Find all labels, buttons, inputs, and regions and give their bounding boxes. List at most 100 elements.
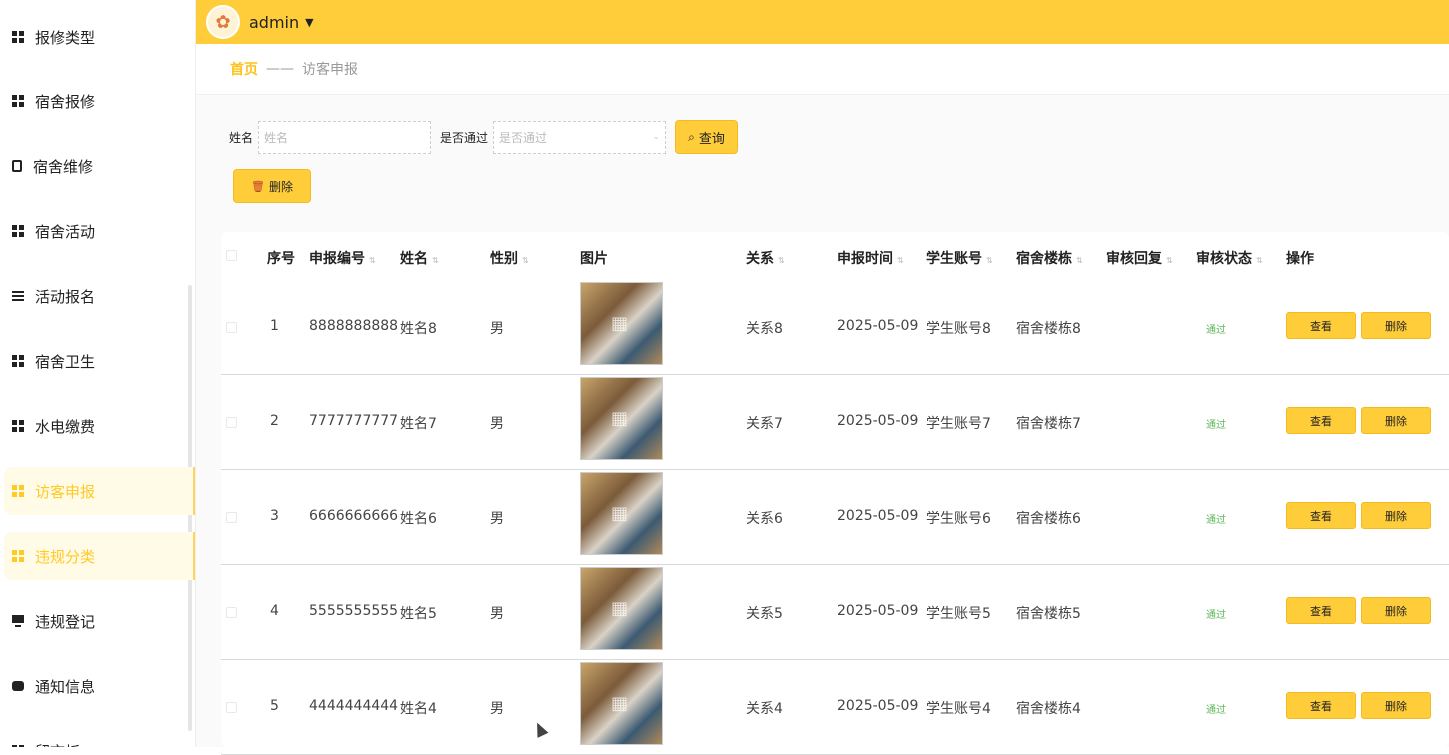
photo-icon: ▦ xyxy=(611,693,629,714)
grid-icon xyxy=(12,225,24,237)
sort-icon[interactable]: ⇅ xyxy=(522,256,529,265)
cell-gender: 男 xyxy=(490,701,504,717)
sidebar-item-label: 违规分类 xyxy=(35,547,96,566)
column-header-5[interactable]: 关系 ⇅ xyxy=(746,248,785,268)
sort-icon[interactable]: ⇅ xyxy=(986,256,993,265)
sidebar-item-7[interactable]: 访客申报 xyxy=(4,467,195,515)
sort-icon[interactable]: ⇅ xyxy=(432,256,439,265)
top-bar: ✿ admin ▼ xyxy=(196,0,1449,44)
column-header-2[interactable]: 姓名 ⇅ xyxy=(400,248,439,268)
table-row: 4 5555555555 姓名5 男 关系5 2025-05-09 学生账号5 宿舍楼栋5 ▦ 通… xyxy=(221,565,1449,660)
photo-icon: ▦ xyxy=(611,313,629,334)
column-header-label: 图片 xyxy=(580,251,608,267)
sidebar-item-2[interactable]: 宿舍维修 xyxy=(4,142,195,190)
sidebar-item-label: 宿舍卫生 xyxy=(35,352,96,371)
breadcrumb-separator: —— xyxy=(266,61,294,77)
row-delete-button[interactable]: 删除 xyxy=(1361,597,1431,624)
view-button[interactable]: 查看 xyxy=(1286,502,1356,529)
column-header-label: 性别 xyxy=(490,251,518,267)
column-header-8[interactable]: 宿舍楼栋 ⇅ xyxy=(1016,248,1083,268)
sort-icon[interactable]: ⇅ xyxy=(1166,256,1173,265)
sidebar-item-8[interactable]: 违规分类 xyxy=(4,532,195,580)
query-button-label: 查询 xyxy=(698,131,725,147)
sidebar-item-3[interactable]: 宿舍活动 xyxy=(4,207,195,255)
sort-icon[interactable]: ⇅ xyxy=(778,256,785,265)
row-checkbox[interactable] xyxy=(226,417,237,428)
status-badge: 通过 xyxy=(1206,515,1226,526)
column-header-label: 审核回复 xyxy=(1106,251,1162,267)
row-checkbox[interactable] xyxy=(226,512,237,523)
row-delete-button[interactable]: 删除 xyxy=(1361,502,1431,529)
name-input[interactable]: 姓名 xyxy=(258,120,432,154)
table-row: 3 6666666666 姓名6 男 关系6 2025-05-09 学生账号6 宿舍楼栋6 ▦ 通… xyxy=(221,470,1449,565)
username[interactable]: admin xyxy=(249,13,299,32)
select-all-checkbox[interactable] xyxy=(226,250,237,261)
query-button[interactable]: ⌕ 查询 xyxy=(675,120,739,154)
view-button[interactable]: 查看 xyxy=(1286,312,1356,339)
cell-relation: 关系6 xyxy=(746,511,783,527)
row-checkbox[interactable] xyxy=(226,322,237,333)
dorm-photo-thumbnail[interactable]: ▦ xyxy=(580,567,663,650)
pass-label: 是否通过 xyxy=(440,130,489,145)
column-header-label: 申报时间 xyxy=(837,251,893,267)
sort-icon[interactable]: ⇅ xyxy=(897,256,904,265)
chat-icon xyxy=(12,681,24,691)
column-header-7[interactable]: 学生账号 ⇅ xyxy=(926,248,993,268)
column-header-10[interactable]: 审核状态 ⇅ xyxy=(1196,248,1263,268)
caret-down-icon[interactable]: ▼ xyxy=(305,16,313,29)
sidebar-item-label: 通知信息 xyxy=(35,677,96,696)
sidebar-item-11[interactable]: 留言板 xyxy=(4,727,195,747)
row-delete-button[interactable]: 删除 xyxy=(1361,692,1431,719)
dorm-photo-thumbnail[interactable]: ▦ xyxy=(580,377,663,460)
sort-icon[interactable]: ⇅ xyxy=(369,256,376,265)
view-button[interactable]: 查看 xyxy=(1286,597,1356,624)
cell-account: 学生账号5 xyxy=(926,606,991,622)
status-badge: 通过 xyxy=(1206,610,1226,621)
dorm-photo-thumbnail[interactable]: ▦ xyxy=(580,472,663,555)
dorm-photo-thumbnail[interactable]: ▦ xyxy=(580,282,663,365)
column-header-label: 宿舍楼栋 xyxy=(1016,251,1072,267)
cell-code: 7777777777 xyxy=(309,413,399,429)
row-delete-button[interactable]: 删除 xyxy=(1361,312,1431,339)
sidebar-item-4[interactable]: 活动报名 xyxy=(4,272,195,320)
cell-gender: 男 xyxy=(490,321,504,337)
sidebar-item-0[interactable]: 报修类型 xyxy=(4,13,195,61)
cell-date: 2025-05-09 xyxy=(837,508,919,524)
pass-select[interactable]: 是否通过 ⌄ xyxy=(493,120,667,154)
column-header-4: 图片 xyxy=(580,248,608,268)
grid-icon xyxy=(12,420,24,432)
sidebar-item-1[interactable]: 宿舍报修 xyxy=(4,77,195,125)
cell-account: 学生账号4 xyxy=(926,701,991,717)
table-row: 1 8888888888 姓名8 男 关系8 2025-05-09 学生账号8 宿舍楼栋8 ▦ 通… xyxy=(221,280,1449,375)
column-header-label: 姓名 xyxy=(400,251,428,267)
sidebar-item-6[interactable]: 水电缴费 xyxy=(4,402,195,450)
table-row: 2 7777777777 姓名7 男 关系7 2025-05-09 学生账号7 宿舍楼栋7 ▦ 通… xyxy=(221,375,1449,470)
row-checkbox[interactable] xyxy=(226,702,237,713)
row-checkbox[interactable] xyxy=(226,607,237,618)
cell-gender: 男 xyxy=(490,511,504,527)
dorm-photo-thumbnail[interactable]: ▦ xyxy=(580,662,663,745)
view-button[interactable]: 查看 xyxy=(1286,692,1356,719)
status-badge: 通过 xyxy=(1206,705,1226,716)
column-header-1[interactable]: 申报编号 ⇅ xyxy=(309,248,376,268)
sidebar-item-9[interactable]: 违规登记 xyxy=(4,597,195,645)
sidebar-item-10[interactable]: 通知信息 xyxy=(4,662,195,710)
column-header-6[interactable]: 申报时间 ⇅ xyxy=(837,248,904,268)
column-header-9[interactable]: 审核回复 ⇅ xyxy=(1106,248,1173,268)
avatar[interactable]: ✿ xyxy=(206,5,240,39)
sidebar-item-label: 访客申报 xyxy=(35,482,96,501)
column-header-label: 操作 xyxy=(1286,251,1314,267)
sort-icon[interactable]: ⇅ xyxy=(1076,256,1083,265)
sort-icon[interactable]: ⇅ xyxy=(1256,256,1263,265)
delete-button[interactable]: 🗑 删除 xyxy=(233,169,311,203)
column-header-3[interactable]: 性别 ⇅ xyxy=(490,248,529,268)
cell-date: 2025-05-09 xyxy=(837,603,919,619)
cell-code: 6666666666 xyxy=(309,508,399,524)
sidebar-item-5[interactable]: 宿舍卫生 xyxy=(4,337,195,385)
cell-index: 2 xyxy=(270,413,279,429)
cell-building: 宿舍楼栋7 xyxy=(1016,416,1081,432)
breadcrumb-home[interactable]: 首页 xyxy=(230,59,258,79)
cell-name: 姓名6 xyxy=(400,511,437,527)
view-button[interactable]: 查看 xyxy=(1286,407,1356,434)
row-delete-button[interactable]: 删除 xyxy=(1361,407,1431,434)
